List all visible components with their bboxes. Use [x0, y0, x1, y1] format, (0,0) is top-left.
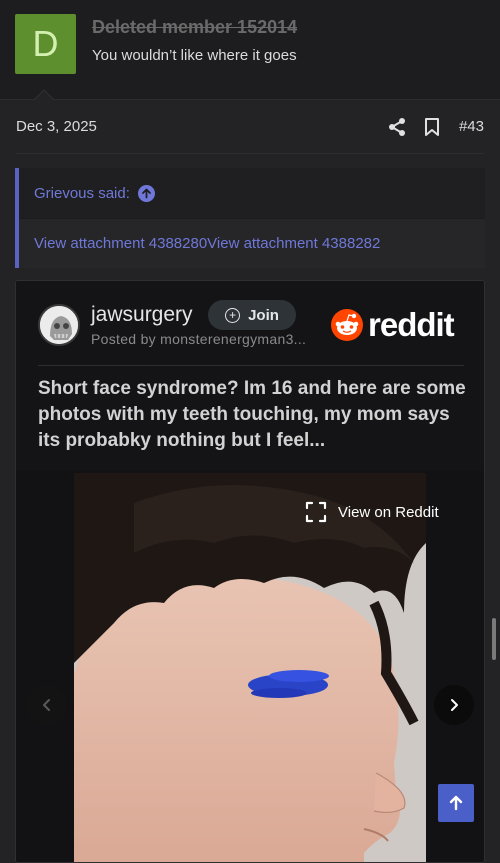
post-photo[interactable] [74, 473, 426, 862]
join-label: Join [248, 306, 279, 324]
quote-author-link[interactable]: Grievous said: [34, 185, 155, 202]
avatar[interactable]: D [15, 14, 76, 74]
arrow-up-icon [449, 795, 463, 811]
scroll-to-top-button[interactable] [438, 784, 474, 822]
gallery-next-button[interactable] [434, 685, 474, 725]
chevron-right-icon [451, 699, 458, 711]
image-gallery: View on Reddit [16, 471, 484, 862]
quote-author-label[interactable]: Grievous said: [34, 185, 130, 202]
reddit-post-title[interactable]: Short face syndrome? Im 16 and here are … [38, 376, 468, 454]
divider [38, 365, 464, 366]
join-button[interactable]: + Join [208, 300, 296, 330]
chevron-left-icon [43, 699, 50, 711]
reddit-embed: jawsurgery Posted by monsterenergyman3..… [15, 280, 485, 863]
quote-body: View attachment 4388280View attachment 4… [19, 218, 485, 268]
reddit-embed-header: jawsurgery Posted by monsterenergyman3..… [16, 281, 484, 471]
attachment-links[interactable]: View attachment 4388280View attachment 4… [34, 235, 380, 252]
scrollbar[interactable] [492, 618, 496, 660]
divider [16, 153, 484, 154]
share-icon[interactable] [388, 117, 406, 137]
gallery-prev-button[interactable] [27, 685, 67, 725]
subreddit-avatar[interactable] [38, 304, 80, 346]
reddit-logo[interactable]: reddit [330, 306, 455, 344]
author-tagline: You wouldn’t like where it goes [92, 47, 297, 64]
arrow-up-circle-icon[interactable] [137, 185, 155, 202]
plus-icon: + [225, 307, 241, 323]
subreddit-name[interactable]: jawsurgery [91, 303, 193, 327]
fullscreen-icon [305, 501, 327, 523]
view-on-reddit-link[interactable]: View on Reddit [305, 501, 439, 523]
post-date[interactable]: Dec 3, 2025 [16, 118, 97, 135]
bookmark-icon[interactable] [424, 117, 440, 137]
quote-block: Grievous said: View attachment 4388280Vi… [15, 168, 485, 268]
author-name[interactable]: Deleted member 152014 [92, 17, 297, 38]
post: Dec 3, 2025 #43 Grievous said: View atta… [0, 100, 500, 863]
reddit-wordmark: reddit [368, 306, 455, 343]
view-on-reddit-label: View on Reddit [338, 503, 439, 521]
post-number-link[interactable]: #43 [459, 118, 484, 135]
post-meta: Dec 3, 2025 #43 [16, 118, 484, 138]
posted-by[interactable]: Posted by monsterenergyman3... [91, 331, 331, 347]
previous-post-header: D Deleted member 152014 You wouldn’t lik… [0, 0, 500, 101]
reddit-snoo-icon [331, 309, 363, 341]
